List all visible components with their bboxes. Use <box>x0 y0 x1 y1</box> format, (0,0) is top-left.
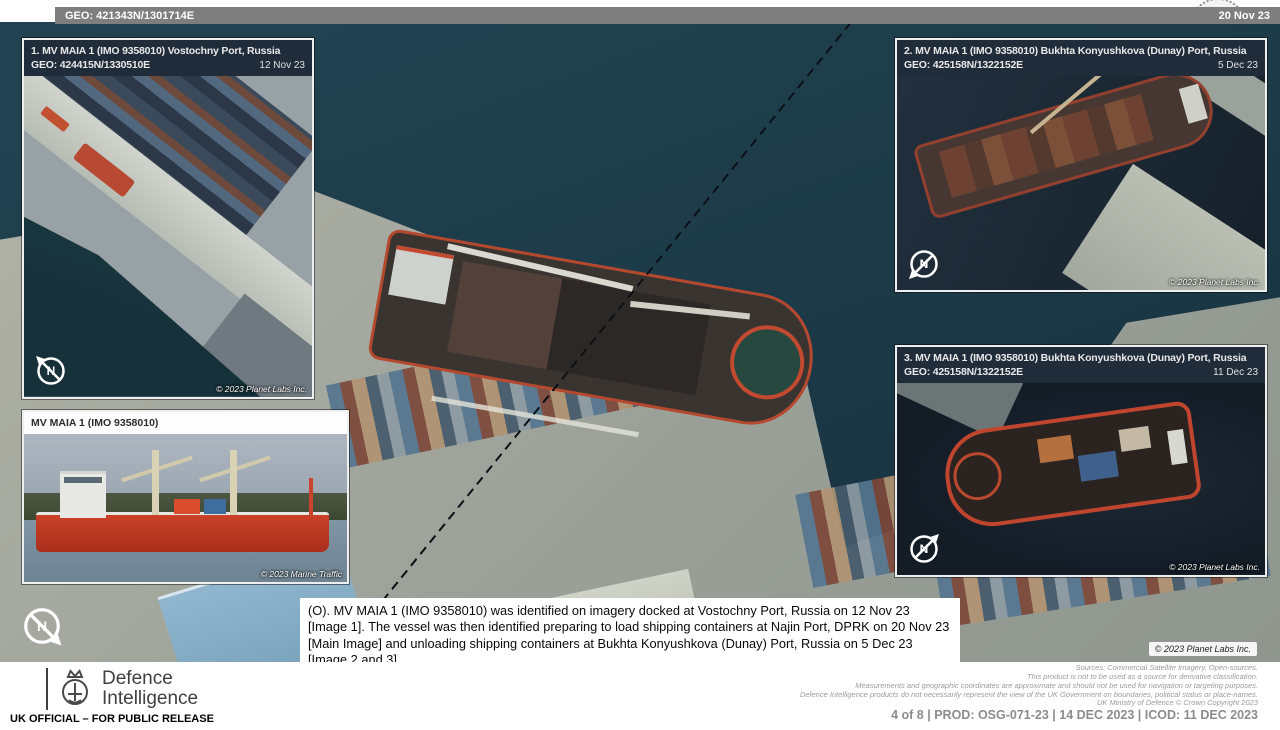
inset-3-header: 3. MV MAIA 1 (IMO 9358010) Bukhta Konyus… <box>897 347 1265 383</box>
defence-intelligence-crest-icon <box>62 669 88 705</box>
ship-superstructure <box>388 245 454 305</box>
north-arrow-icon: N <box>16 600 68 652</box>
footer: Defence Intelligence UK OFFICIAL – FOR P… <box>0 662 1280 730</box>
inset-image-2: 2. MV MAIA 1 (IMO 9358010) Bukhta Konyus… <box>895 38 1267 292</box>
crane-mast <box>152 450 159 516</box>
inset-2-geo: GEO: 425158N/1322152E <box>904 58 1023 71</box>
compass-n-label: N <box>46 363 56 378</box>
main-image-header-bar: GEO: 421343N/1301714E 20 Nov 23 <box>55 7 1280 24</box>
main-geo-coordinates: GEO: 421343N/1301714E <box>65 9 195 22</box>
brand-divider <box>46 668 48 710</box>
di-imagery-report: GEO: 421343N/1301714E 20 Nov 23 N © 2023… <box>0 0 1280 730</box>
north-arrow-icon: N <box>31 351 71 391</box>
pier <box>1062 163 1265 290</box>
image-credit: © 2023 Planet Labs Inc. <box>1148 642 1257 656</box>
inset-1-header: 1. MV MAIA 1 (IMO 9358010) Vostochny Por… <box>24 40 312 76</box>
bridge-windows <box>64 476 102 483</box>
inset-2-satellite-image: N © 2023 Planet Labs Inc. <box>897 75 1265 290</box>
north-arrow-icon: N <box>904 244 944 284</box>
main-image-date: 20 Nov 23 <box>1218 9 1270 22</box>
image-credit: © 2023 Planet Labs Inc. <box>1169 561 1260 572</box>
ship-hull <box>36 512 329 553</box>
inset-3-date: 11 Dec 23 <box>1213 366 1258 378</box>
org-name-line2: Intelligence <box>102 688 199 709</box>
image-credit: © 2023 Planet Labs Inc. <box>216 383 307 394</box>
defence-intelligence-brand: Defence Intelligence <box>46 667 198 711</box>
inset-image-3: 3. MV MAIA 1 (IMO 9358010) Bukhta Konyus… <box>895 345 1267 577</box>
vessel-photo: © 2023 Marine Traffic <box>24 434 347 582</box>
shipping-container <box>1077 450 1119 482</box>
disclaimer-line: UK Ministry of Defence © Crown Copyright… <box>1096 698 1258 708</box>
shipping-container <box>204 499 226 514</box>
inset-1-title: 1. MV MAIA 1 (IMO 9358010) Vostochny Por… <box>31 45 281 57</box>
image-credit: © 2023 Marine Traffic <box>260 569 342 579</box>
north-arrow-icon: N <box>904 529 944 569</box>
photo-title: MV MAIA 1 (IMO 9358010) <box>24 412 347 434</box>
inset-1-date: 12 Nov 23 <box>259 59 305 71</box>
shipping-container <box>1036 434 1074 463</box>
inset-3-satellite-image: N © 2023 Planet Labs Inc. <box>897 382 1265 575</box>
inset-1-satellite-image: N © 2023 Planet Labs Inc. <box>24 75 312 397</box>
inset-image-1: 1. MV MAIA 1 (IMO 9358010) Vostochny Por… <box>22 38 314 399</box>
org-name-line1: Defence <box>102 667 173 689</box>
compass-n-label: N <box>36 618 48 634</box>
ship-mast <box>309 478 313 517</box>
inset-2-header: 2. MV MAIA 1 (IMO 9358010) Bukhta Konyus… <box>897 40 1265 76</box>
inset-3-geo: GEO: 425158N/1322152E <box>904 365 1023 378</box>
crane-mast <box>230 450 237 516</box>
classification-marking: UK OFFICIAL – FOR PUBLIC RELEASE <box>10 713 214 725</box>
inset-2-date: 5 Dec 23 <box>1217 59 1258 71</box>
product-reference-line: 4 of 8 | PROD: OSG-071-23 | 14 DEC 2023 … <box>891 708 1258 722</box>
disclaimer-block: Sources: Commercial Satellite Imagery, O… <box>800 663 1258 708</box>
inset-2-title: 2. MV MAIA 1 (IMO 9358010) Bukhta Konyus… <box>904 45 1247 57</box>
compass-n-label: N <box>919 541 929 556</box>
image-credit: © 2023 Planet Labs Inc. <box>1169 276 1260 287</box>
inset-3-title: 3. MV MAIA 1 (IMO 9358010) Bukhta Konyus… <box>904 352 1247 364</box>
shipping-container <box>1118 425 1152 452</box>
vessel-reference-photo: MV MAIA 1 (IMO 9358010) © 2023 Marine Tr… <box>22 410 349 584</box>
shipping-container <box>174 499 200 514</box>
compass-n-label: N <box>919 256 929 271</box>
inset-1-geo: GEO: 424415N/1330510E <box>31 58 150 71</box>
org-name: Defence Intelligence <box>102 667 199 709</box>
